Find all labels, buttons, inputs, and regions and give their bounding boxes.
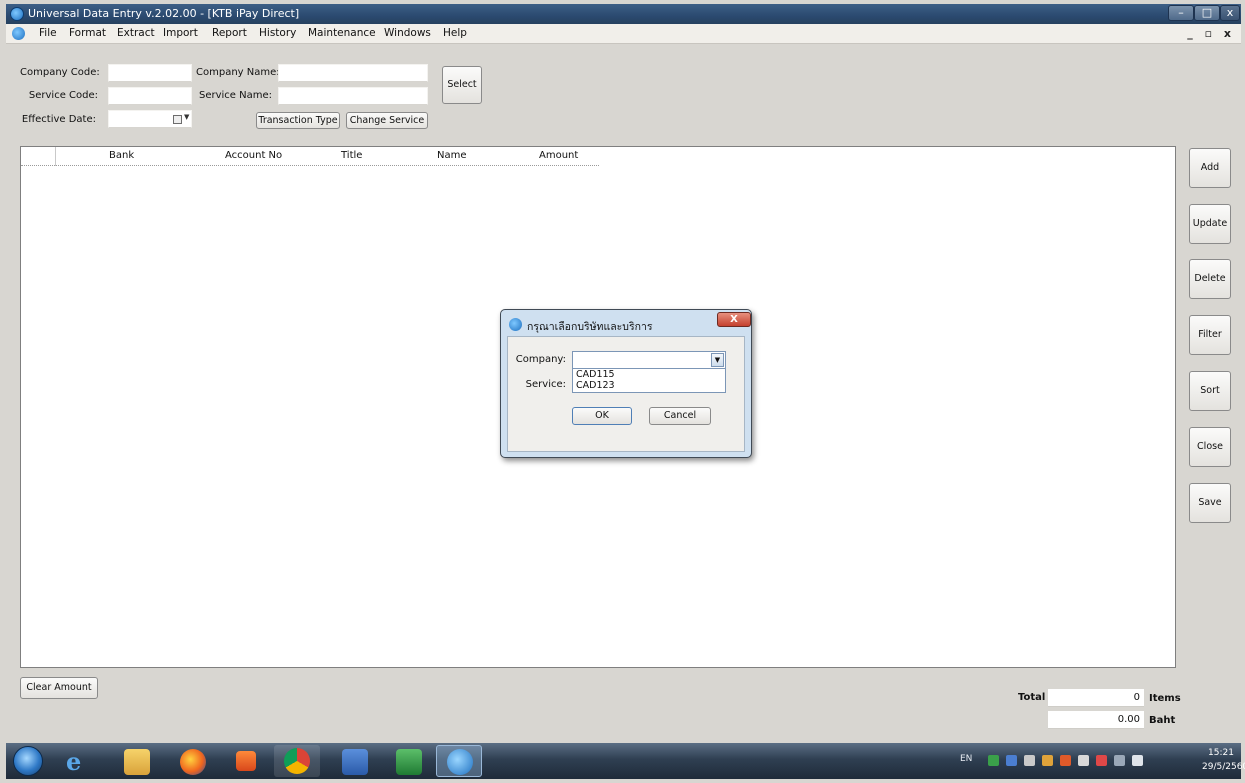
row-header-divider [55,147,56,166]
child-window-controls[interactable]: _ ▫ x [1187,27,1235,40]
volume-icon[interactable] [1132,755,1143,766]
tray-security-icon[interactable] [1042,755,1053,766]
chrome-icon [284,748,310,774]
firefox-button[interactable] [170,745,216,777]
change-service-button[interactable]: Change Service [346,112,428,129]
internet-explorer-icon: e [66,747,82,776]
company-name-label: Company Name: [196,67,280,78]
add-button[interactable]: Add [1189,148,1231,188]
minimize-button[interactable]: – [1168,5,1194,21]
taskbar: e EN 15:21 29/5/2560 [6,743,1245,779]
ok-button[interactable]: OK [572,407,632,425]
close-window-button[interactable]: x [1220,5,1240,21]
media-player-button[interactable] [224,745,270,777]
amount-total-field: 0.00 [1048,711,1144,729]
company-label: Company: [515,354,566,365]
service-label: Service: [525,379,566,390]
company-name-field[interactable] [278,64,428,82]
items-unit-label: Items [1149,693,1181,704]
column-header-name[interactable]: Name [437,150,467,161]
menu-file[interactable]: File [39,27,57,39]
company-dropdown-list[interactable]: CAD115 CAD123 [572,369,726,393]
file-explorer-icon [124,749,150,775]
amount-unit-label: Baht [1149,715,1176,726]
clock-time[interactable]: 15:21 [1208,748,1234,758]
effective-date-label: Effective Date: [21,114,96,125]
tray-app-icon[interactable] [1006,755,1017,766]
transaction-type-button[interactable]: Transaction Type [256,112,340,129]
column-header-title[interactable]: Title [341,150,362,161]
dialog-app-icon [509,318,522,331]
app-icon [447,749,473,775]
title-bar: Universal Data Entry v.2.02.00 - [KTB iP… [6,4,1241,24]
effective-date-picker[interactable]: ▼ [108,110,192,128]
column-header-account-no[interactable]: Account No [225,150,282,161]
menu-windows[interactable]: Windows [384,27,431,39]
service-code-field[interactable] [108,87,192,105]
chevron-down-icon[interactable]: ▼ [711,353,724,367]
column-header-bank[interactable]: Bank [109,150,134,161]
tray-flag-icon[interactable] [1096,755,1107,766]
menu-history[interactable]: History [259,27,296,39]
menu-maintenance[interactable]: Maintenance [308,27,376,39]
media-player-icon [236,751,256,771]
tray-display-icon[interactable] [1114,755,1125,766]
tray-input-icon[interactable] [1078,755,1089,766]
language-indicator[interactable]: EN [960,754,972,764]
service-name-label: Service Name: [198,90,272,101]
app-logo-icon [10,7,24,21]
dropdown-option-cad123[interactable]: CAD123 [576,380,615,391]
sort-button[interactable]: Sort [1189,371,1231,411]
menu-report[interactable]: Report [212,27,247,39]
clear-amount-button[interactable]: Clear Amount [20,677,98,699]
dialog-title: กรุณาเลือกบริษัทและบริการ [527,321,653,333]
document-icon[interactable] [12,27,25,40]
universal-data-entry-button[interactable] [436,745,482,777]
maximize-button[interactable]: □ [1194,5,1220,21]
update-button[interactable]: Update [1189,204,1231,244]
items-count-field: 0 [1048,689,1144,707]
service-name-field[interactable] [278,87,428,105]
start-icon[interactable] [13,746,43,776]
select-button[interactable]: Select [442,66,482,104]
calendar-icon[interactable] [173,115,182,124]
dropdown-option-cad115[interactable]: CAD115 [576,369,615,380]
internet-explorer-button[interactable]: e [56,745,102,777]
menu-extract[interactable]: Extract [117,27,155,39]
menu-format[interactable]: Format [69,27,106,39]
file-explorer-button[interactable] [114,745,160,777]
word-button[interactable] [332,745,378,777]
close-button[interactable]: Close [1189,427,1231,467]
tray-network-icon[interactable] [988,755,999,766]
chrome-button[interactable] [274,745,320,777]
company-code-field[interactable] [108,64,192,82]
menu-bar: File Format Extract Import Report Histor… [6,24,1241,44]
dialog-close-button[interactable]: X [717,312,751,327]
menu-help[interactable]: Help [443,27,467,39]
cancel-button[interactable]: Cancel [649,407,711,425]
dialog-body: Company: ▼ Service: CAD115 CAD123 OK Can… [507,336,745,452]
grid-header: Bank Account No Title Name Amount [21,147,599,166]
delete-button[interactable]: Delete [1189,259,1231,299]
word-icon [342,749,368,775]
company-code-label: Company Code: [20,67,100,78]
chevron-down-icon[interactable]: ▼ [184,113,189,121]
tray-update-icon[interactable] [1060,755,1071,766]
filter-button[interactable]: Filter [1189,315,1231,355]
select-company-dialog: กรุณาเลือกบริษัทและบริการ X Company: ▼ S… [500,309,752,458]
tray-clipboard-icon[interactable] [1024,755,1035,766]
save-button[interactable]: Save [1189,483,1231,523]
clock-date[interactable]: 29/5/2560 [1202,762,1245,772]
total-label: Total [1018,692,1046,703]
menu-import[interactable]: Import [163,27,198,39]
firefox-icon [180,749,206,775]
window-title: Universal Data Entry v.2.02.00 - [KTB iP… [28,7,300,20]
excel-button[interactable] [386,745,432,777]
company-select[interactable]: ▼ [572,351,726,369]
column-header-amount[interactable]: Amount [539,150,578,161]
excel-icon [396,749,422,775]
service-code-label: Service Code: [28,90,98,101]
